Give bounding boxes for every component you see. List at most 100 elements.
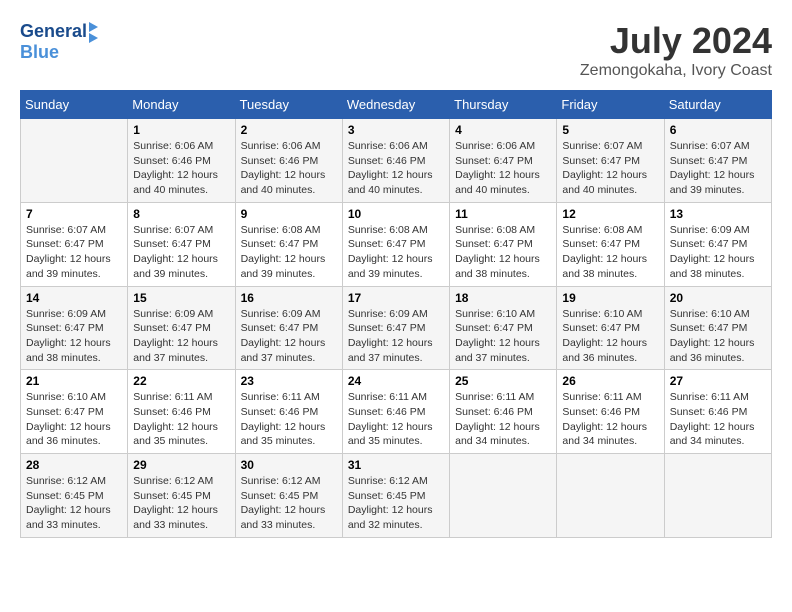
day-info: Sunrise: 6:11 AM Sunset: 6:46 PM Dayligh… [133,390,229,449]
day-number: 13 [670,207,766,221]
day-cell: 23Sunrise: 6:11 AM Sunset: 6:46 PM Dayli… [235,370,342,454]
day-number: 16 [241,291,337,305]
day-cell: 11 Sunrise: 6:08 AM Sunset: 6:47 PM Dayli… [450,202,557,286]
logo-text-general: General [20,22,87,42]
header-cell-saturday: Saturday [664,91,771,119]
week-row-2: 7 Sunrise: 6:07 AM Sunset: 6:47 PM Daylig… [21,202,772,286]
day-cell: 13 Sunrise: 6:09 AM Sunset: 6:47 PM Dayli… [664,202,771,286]
day-number: 20 [670,291,766,305]
day-number: 30 [241,458,337,472]
day-cell: 24Sunrise: 6:11 AM Sunset: 6:46 PM Dayli… [342,370,449,454]
day-cell: 25 Sunrise: 6:11 AM Sunset: 6:46 PM Dayli… [450,370,557,454]
day-number: 28 [26,458,122,472]
header-cell-sunday: Sunday [21,91,128,119]
day-number: 26 [562,374,658,388]
day-info: Sunrise: 6:09 AM Sunset: 6:47 PM Dayligh… [133,307,229,366]
day-number: 9 [241,207,337,221]
day-cell [450,454,557,538]
week-row-5: 28 Sunrise: 6:12 AM Sunset: 6:45 PM Dayli… [21,454,772,538]
logo: General Blue [20,20,98,63]
day-number: 17 [348,291,444,305]
day-cell: 18Sunrise: 6:10 AM Sunset: 6:47 PM Dayli… [450,286,557,370]
day-cell: 26 Sunrise: 6:11 AM Sunset: 6:46 PM Dayli… [557,370,664,454]
logo-text-blue: Blue [20,43,59,63]
day-cell: 27 Sunrise: 6:11 AM Sunset: 6:46 PM Dayli… [664,370,771,454]
day-number: 1 [133,123,229,137]
day-info: Sunrise: 6:06 AM Sunset: 6:46 PM Dayligh… [241,139,337,198]
day-info: Sunrise: 6:10 AM Sunset: 6:47 PM Dayligh… [26,390,122,449]
day-number: 15 [133,291,229,305]
day-number: 27 [670,374,766,388]
day-info: Sunrise: 6:08 AM Sunset: 6:47 PM Dayligh… [348,223,444,282]
title-section: July 2024 Zemongokaha, Ivory Coast [580,20,772,80]
day-info: Sunrise: 6:07 AM Sunset: 6:47 PM Dayligh… [562,139,658,198]
day-info: Sunrise: 6:07 AM Sunset: 6:47 PM Dayligh… [133,223,229,282]
week-row-4: 21Sunrise: 6:10 AM Sunset: 6:47 PM Dayli… [21,370,772,454]
day-cell [557,454,664,538]
header-cell-friday: Friday [557,91,664,119]
day-cell: 15 Sunrise: 6:09 AM Sunset: 6:47 PM Dayli… [128,286,235,370]
day-number: 11 [455,207,551,221]
day-number: 31 [348,458,444,472]
day-info: Sunrise: 6:10 AM Sunset: 6:47 PM Dayligh… [670,307,766,366]
day-cell: 4 Sunrise: 6:06 AM Sunset: 6:47 PM Daylig… [450,119,557,203]
header-cell-wednesday: Wednesday [342,91,449,119]
day-cell: 10 Sunrise: 6:08 AM Sunset: 6:47 PM Dayli… [342,202,449,286]
day-info: Sunrise: 6:10 AM Sunset: 6:47 PM Dayligh… [562,307,658,366]
day-cell: 20 Sunrise: 6:10 AM Sunset: 6:47 PM Dayli… [664,286,771,370]
day-number: 4 [455,123,551,137]
day-number: 25 [455,374,551,388]
day-info: Sunrise: 6:09 AM Sunset: 6:47 PM Dayligh… [26,307,122,366]
day-info: Sunrise: 6:12 AM Sunset: 6:45 PM Dayligh… [26,474,122,533]
day-info: Sunrise: 6:12 AM Sunset: 6:45 PM Dayligh… [348,474,444,533]
day-info: Sunrise: 6:11 AM Sunset: 6:46 PM Dayligh… [670,390,766,449]
location: Zemongokaha, Ivory Coast [580,62,772,80]
day-cell: 8 Sunrise: 6:07 AM Sunset: 6:47 PM Daylig… [128,202,235,286]
week-row-1: 1 Sunrise: 6:06 AM Sunset: 6:46 PM Daylig… [21,119,772,203]
day-cell: 31 Sunrise: 6:12 AM Sunset: 6:45 PM Dayli… [342,454,449,538]
day-info: Sunrise: 6:08 AM Sunset: 6:47 PM Dayligh… [455,223,551,282]
day-number: 14 [26,291,122,305]
calendar-table: SundayMondayTuesdayWednesdayThursdayFrid… [20,90,772,538]
day-cell: 22 Sunrise: 6:11 AM Sunset: 6:46 PM Dayli… [128,370,235,454]
day-info: Sunrise: 6:09 AM Sunset: 6:47 PM Dayligh… [670,223,766,282]
header-cell-monday: Monday [128,91,235,119]
day-cell: 16Sunrise: 6:09 AM Sunset: 6:47 PM Dayli… [235,286,342,370]
day-cell [664,454,771,538]
day-info: Sunrise: 6:06 AM Sunset: 6:47 PM Dayligh… [455,139,551,198]
day-cell: 3Sunrise: 6:06 AM Sunset: 6:46 PM Daylig… [342,119,449,203]
day-info: Sunrise: 6:11 AM Sunset: 6:46 PM Dayligh… [348,390,444,449]
day-number: 7 [26,207,122,221]
month-title: July 2024 [580,20,772,62]
day-number: 22 [133,374,229,388]
day-cell: 29Sunrise: 6:12 AM Sunset: 6:45 PM Dayli… [128,454,235,538]
day-cell [21,119,128,203]
day-number: 5 [562,123,658,137]
day-info: Sunrise: 6:11 AM Sunset: 6:46 PM Dayligh… [562,390,658,449]
day-cell: 7Sunrise: 6:07 AM Sunset: 6:47 PM Daylig… [21,202,128,286]
day-info: Sunrise: 6:12 AM Sunset: 6:45 PM Dayligh… [241,474,337,533]
day-cell: 30 Sunrise: 6:12 AM Sunset: 6:45 PM Dayli… [235,454,342,538]
day-cell: 9 Sunrise: 6:08 AM Sunset: 6:47 PM Daylig… [235,202,342,286]
week-row-3: 14 Sunrise: 6:09 AM Sunset: 6:47 PM Dayli… [21,286,772,370]
day-cell: 6Sunrise: 6:07 AM Sunset: 6:47 PM Daylig… [664,119,771,203]
day-cell: 14 Sunrise: 6:09 AM Sunset: 6:47 PM Dayli… [21,286,128,370]
day-info: Sunrise: 6:06 AM Sunset: 6:46 PM Dayligh… [133,139,229,198]
day-number: 29 [133,458,229,472]
day-number: 19 [562,291,658,305]
day-info: Sunrise: 6:08 AM Sunset: 6:47 PM Dayligh… [241,223,337,282]
day-info: Sunrise: 6:11 AM Sunset: 6:46 PM Dayligh… [455,390,551,449]
day-info: Sunrise: 6:10 AM Sunset: 6:47 PM Dayligh… [455,307,551,366]
day-number: 10 [348,207,444,221]
day-cell: 5 Sunrise: 6:07 AM Sunset: 6:47 PM Daylig… [557,119,664,203]
day-number: 12 [562,207,658,221]
day-number: 2 [241,123,337,137]
header-cell-thursday: Thursday [450,91,557,119]
day-cell: 21Sunrise: 6:10 AM Sunset: 6:47 PM Dayli… [21,370,128,454]
day-cell: 28 Sunrise: 6:12 AM Sunset: 6:45 PM Dayli… [21,454,128,538]
header-cell-tuesday: Tuesday [235,91,342,119]
day-info: Sunrise: 6:06 AM Sunset: 6:46 PM Dayligh… [348,139,444,198]
day-cell: 19 Sunrise: 6:10 AM Sunset: 6:47 PM Dayli… [557,286,664,370]
day-number: 8 [133,207,229,221]
day-info: Sunrise: 6:07 AM Sunset: 6:47 PM Dayligh… [670,139,766,198]
